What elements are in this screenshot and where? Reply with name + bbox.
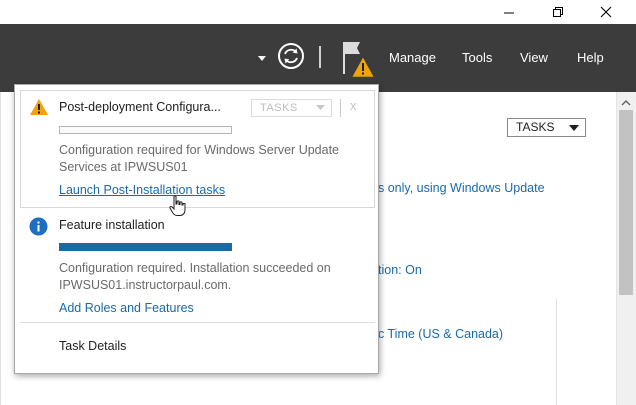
notification-tasks-dropdown[interactable]: TASKS bbox=[251, 99, 332, 117]
popup-divider bbox=[20, 322, 375, 323]
restore-button[interactable] bbox=[535, 0, 581, 24]
notification-tasks-label: TASKS bbox=[260, 102, 298, 114]
notification-title: Feature installation bbox=[59, 218, 165, 232]
tile-divider bbox=[556, 299, 557, 405]
properties-tasks-dropdown[interactable]: TASKS bbox=[507, 118, 586, 137]
add-roles-and-features-link[interactable]: Add Roles and Features bbox=[59, 301, 194, 315]
refresh-icon[interactable] bbox=[276, 41, 306, 76]
notification-title: Post-deployment Configura... bbox=[59, 100, 221, 114]
notifications-popup: Post-deployment Configura... TASKS x Con… bbox=[14, 84, 379, 374]
warning-icon bbox=[351, 56, 375, 78]
notification-message: Configuration required for Windows Serve… bbox=[59, 143, 339, 174]
time-zone-link[interactable]: c Time (US & Canada) bbox=[378, 327, 503, 341]
scrollbar-thumb[interactable] bbox=[619, 110, 633, 295]
info-icon bbox=[29, 217, 48, 241]
command-bar-separator bbox=[319, 46, 321, 68]
window-title-bar bbox=[0, 0, 636, 24]
menu-manage[interactable]: Manage bbox=[389, 50, 436, 65]
launch-post-installation-link[interactable]: Launch Post-Installation tasks bbox=[59, 183, 225, 197]
close-icon bbox=[600, 6, 612, 18]
ie-esc-link[interactable]: tion: On bbox=[378, 263, 422, 277]
minimize-icon bbox=[504, 12, 514, 14]
caret-down-icon bbox=[316, 105, 325, 110]
notification-separator bbox=[340, 99, 341, 117]
server-manager-command-bar: Manage Tools View Help bbox=[0, 24, 636, 92]
caret-down-icon[interactable] bbox=[257, 50, 267, 68]
menu-view[interactable]: View bbox=[520, 50, 548, 65]
caret-down-icon bbox=[569, 125, 579, 131]
warning-icon bbox=[29, 98, 49, 121]
menu-help[interactable]: Help bbox=[577, 50, 604, 65]
notifications-flag-button[interactable] bbox=[336, 38, 376, 85]
properties-tasks-label: TASKS bbox=[516, 120, 555, 134]
restore-icon bbox=[553, 7, 563, 17]
menu-tools[interactable]: Tools bbox=[462, 50, 492, 65]
notification-message: Configuration required. Installation suc… bbox=[59, 261, 331, 292]
close-button[interactable] bbox=[583, 0, 629, 24]
dismiss-notification-button[interactable]: x bbox=[350, 98, 357, 113]
progress-bar-post-deployment bbox=[59, 126, 232, 134]
task-details-link[interactable]: Task Details bbox=[59, 339, 126, 353]
hand-cursor-icon bbox=[169, 195, 187, 222]
progress-bar-feature-installation bbox=[59, 243, 232, 251]
windows-update-link[interactable]: s only, using Windows Update bbox=[378, 181, 545, 195]
minimize-button[interactable] bbox=[486, 0, 532, 24]
